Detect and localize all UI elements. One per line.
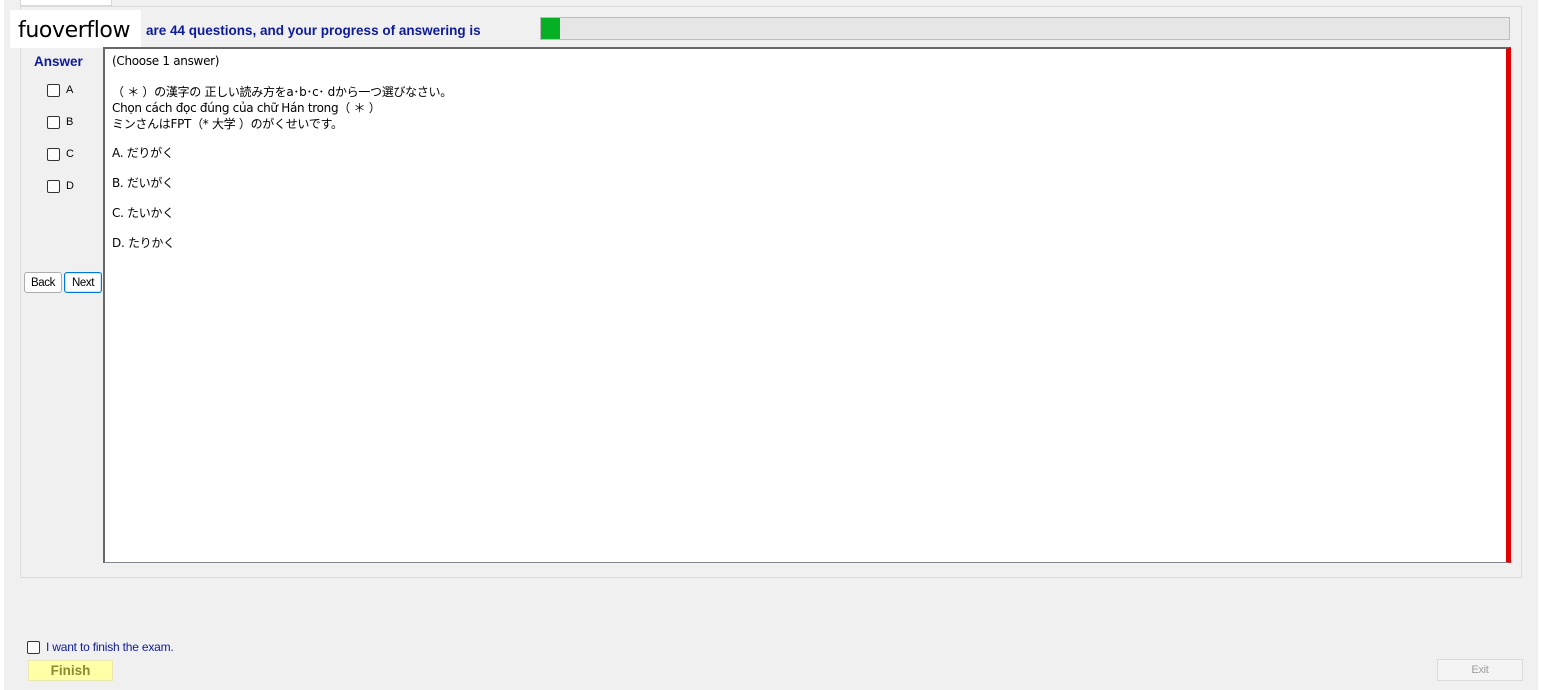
answer-option-label: B — [66, 116, 74, 128]
finish-exam-checkbox-row[interactable]: I want to finish the exam. — [27, 640, 174, 654]
answer-option-label: A — [66, 84, 74, 96]
question-text-line: （ ＊ ）の漢字の 正しい読み方をa･b･c･ dから一つ選びなさい。 — [112, 85, 452, 99]
answer-option-label: D — [66, 180, 74, 192]
progress-bar-fill — [541, 18, 561, 39]
finish-button[interactable]: Finish — [28, 660, 113, 681]
choice-a-text: A. だりがく — [112, 146, 174, 160]
choice-b-text: B. だいがく — [112, 176, 174, 190]
answer-heading: Answer — [34, 54, 83, 69]
answer-option-b[interactable]: B — [47, 114, 73, 130]
question-text-line: ミンさんはFPT（* 大学 ）のがくせいです。 — [112, 117, 343, 131]
finish-exam-checkbox[interactable] — [27, 640, 40, 654]
exit-button[interactable]: Exit — [1437, 659, 1523, 681]
answer-option-c[interactable]: C — [47, 146, 74, 162]
answer-option-d[interactable]: D — [47, 178, 74, 194]
checkbox-c[interactable] — [47, 147, 60, 161]
watermark-logo: fuoverflow — [10, 10, 141, 48]
choice-d-text: D. たりかく — [112, 236, 175, 250]
answer-option-label: C — [66, 148, 74, 160]
finish-exam-checkbox-label: I want to finish the exam. — [46, 640, 174, 654]
checkbox-b[interactable] — [47, 115, 60, 129]
question-content: (Choose 1 answer) （ ＊ ）の漢字の 正しい読み方をa･b･c… — [103, 47, 1511, 563]
back-button[interactable]: Back — [24, 272, 62, 293]
answer-option-a[interactable]: A — [47, 82, 73, 98]
next-button[interactable]: Next — [64, 272, 102, 293]
question-text-line: Chọn cách đọc đúng của chữ Hán trong（ ＊ … — [112, 101, 381, 115]
choice-c-text: C. たいかく — [112, 206, 174, 220]
checkbox-d[interactable] — [47, 179, 60, 193]
progress-caption: are 44 questions, and your progress of a… — [146, 23, 481, 38]
progress-bar — [540, 17, 1510, 40]
checkbox-a[interactable] — [47, 83, 60, 97]
question-instruction: (Choose 1 answer) — [112, 54, 220, 68]
